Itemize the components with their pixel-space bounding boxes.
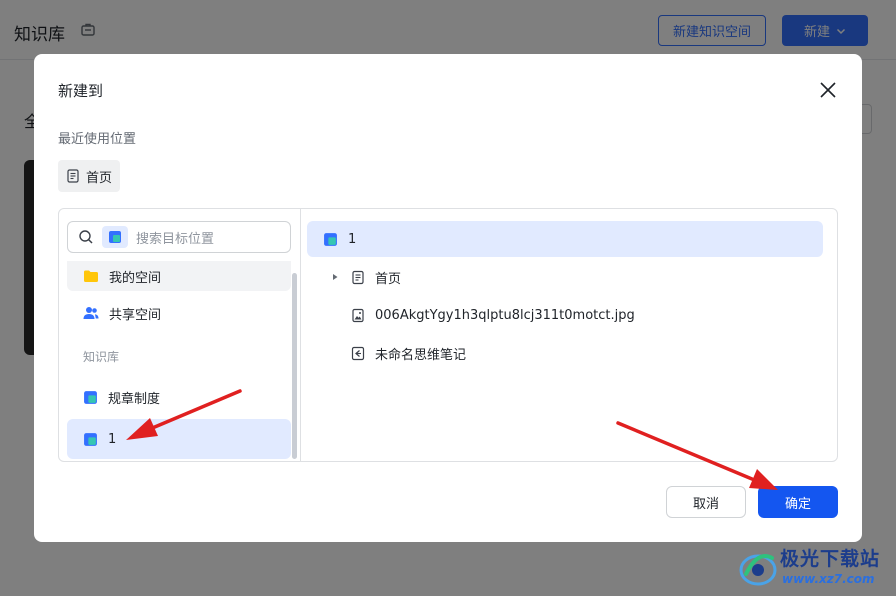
close-icon[interactable]	[818, 80, 838, 100]
recent-locations-label: 最近使用位置	[58, 132, 137, 147]
tree-item-mindnote[interactable]: 未命名思维笔记	[307, 335, 823, 371]
sidebar-scrollbar[interactable]	[292, 273, 297, 459]
sidebar-item-my-space[interactable]: 我的空间	[67, 261, 291, 291]
tree-item-homepage[interactable]: 首页	[307, 259, 823, 295]
wiki-space-icon	[84, 432, 97, 446]
wiki-space-icon	[324, 232, 337, 246]
tree-item-label: 006AkgtYgy1h3qlptu8lcj311t0motct.jpg	[375, 307, 635, 323]
site-logo-icon	[739, 554, 777, 586]
watermark-name: 极光下载站	[780, 548, 881, 570]
folder-icon	[84, 270, 98, 282]
section-header-knowledge-base: 知识库	[83, 350, 120, 364]
sidebar-item-rules[interactable]: 规章制度	[67, 377, 291, 417]
document-icon	[352, 270, 364, 284]
sidebar-item-space-1[interactable]: 1	[67, 419, 291, 459]
expand-caret-icon[interactable]	[327, 273, 343, 281]
search-icon	[79, 230, 93, 244]
confirm-button[interactable]: 确定	[758, 486, 838, 518]
mindnote-icon	[351, 346, 365, 360]
wiki-space-icon	[84, 390, 97, 404]
sidebar-item-label: 我的空间	[109, 270, 162, 286]
tree-item-label: 1	[348, 231, 357, 247]
sidebar-item-label: 共享空间	[109, 307, 162, 323]
tree-item-label: 未命名思维笔记	[375, 347, 467, 363]
tree-item-label: 首页	[375, 271, 402, 287]
sidebar-item-shared-space[interactable]: 共享空间	[67, 293, 291, 333]
knowledge-space-filter[interactable]	[102, 226, 128, 248]
recent-location-homepage[interactable]: 首页	[58, 160, 121, 192]
location-picker: 搜索目标位置 我的空间 共享空间 知识库 规章制度 1 1 首页 006Akgt…	[58, 208, 838, 462]
site-watermark: 极光下载站 www.xz7.com	[738, 544, 890, 592]
document-icon	[67, 169, 79, 183]
search-input[interactable]: 搜索目标位置	[67, 221, 291, 253]
cancel-button[interactable]: 取消	[666, 486, 746, 518]
sidebar-item-label: 1	[108, 431, 117, 447]
search-placeholder: 搜索目标位置	[136, 231, 215, 247]
dialog-title: 新建到	[58, 82, 104, 100]
image-file-icon	[352, 308, 364, 322]
wiki-space-icon	[109, 231, 121, 243]
sidebar-item-label: 规章制度	[108, 391, 161, 407]
new-to-dialog: 新建到 最近使用位置 首页 搜索目标位置 我的空间 共享空间 知识库 规章制度 …	[34, 54, 862, 542]
tree-item-space-root[interactable]: 1	[307, 221, 823, 257]
people-icon	[83, 307, 99, 319]
tree-item-image-file[interactable]: 006AkgtYgy1h3qlptu8lcj311t0motct.jpg	[307, 297, 823, 333]
watermark-url: www.xz7.com	[782, 572, 875, 586]
location-tree: 1 首页 006AkgtYgy1h3qlptu8lcj311t0motct.jp…	[301, 209, 837, 461]
location-sidebar: 搜索目标位置 我的空间 共享空间 知识库 规章制度 1	[59, 209, 301, 461]
recent-location-label: 首页	[86, 170, 113, 186]
